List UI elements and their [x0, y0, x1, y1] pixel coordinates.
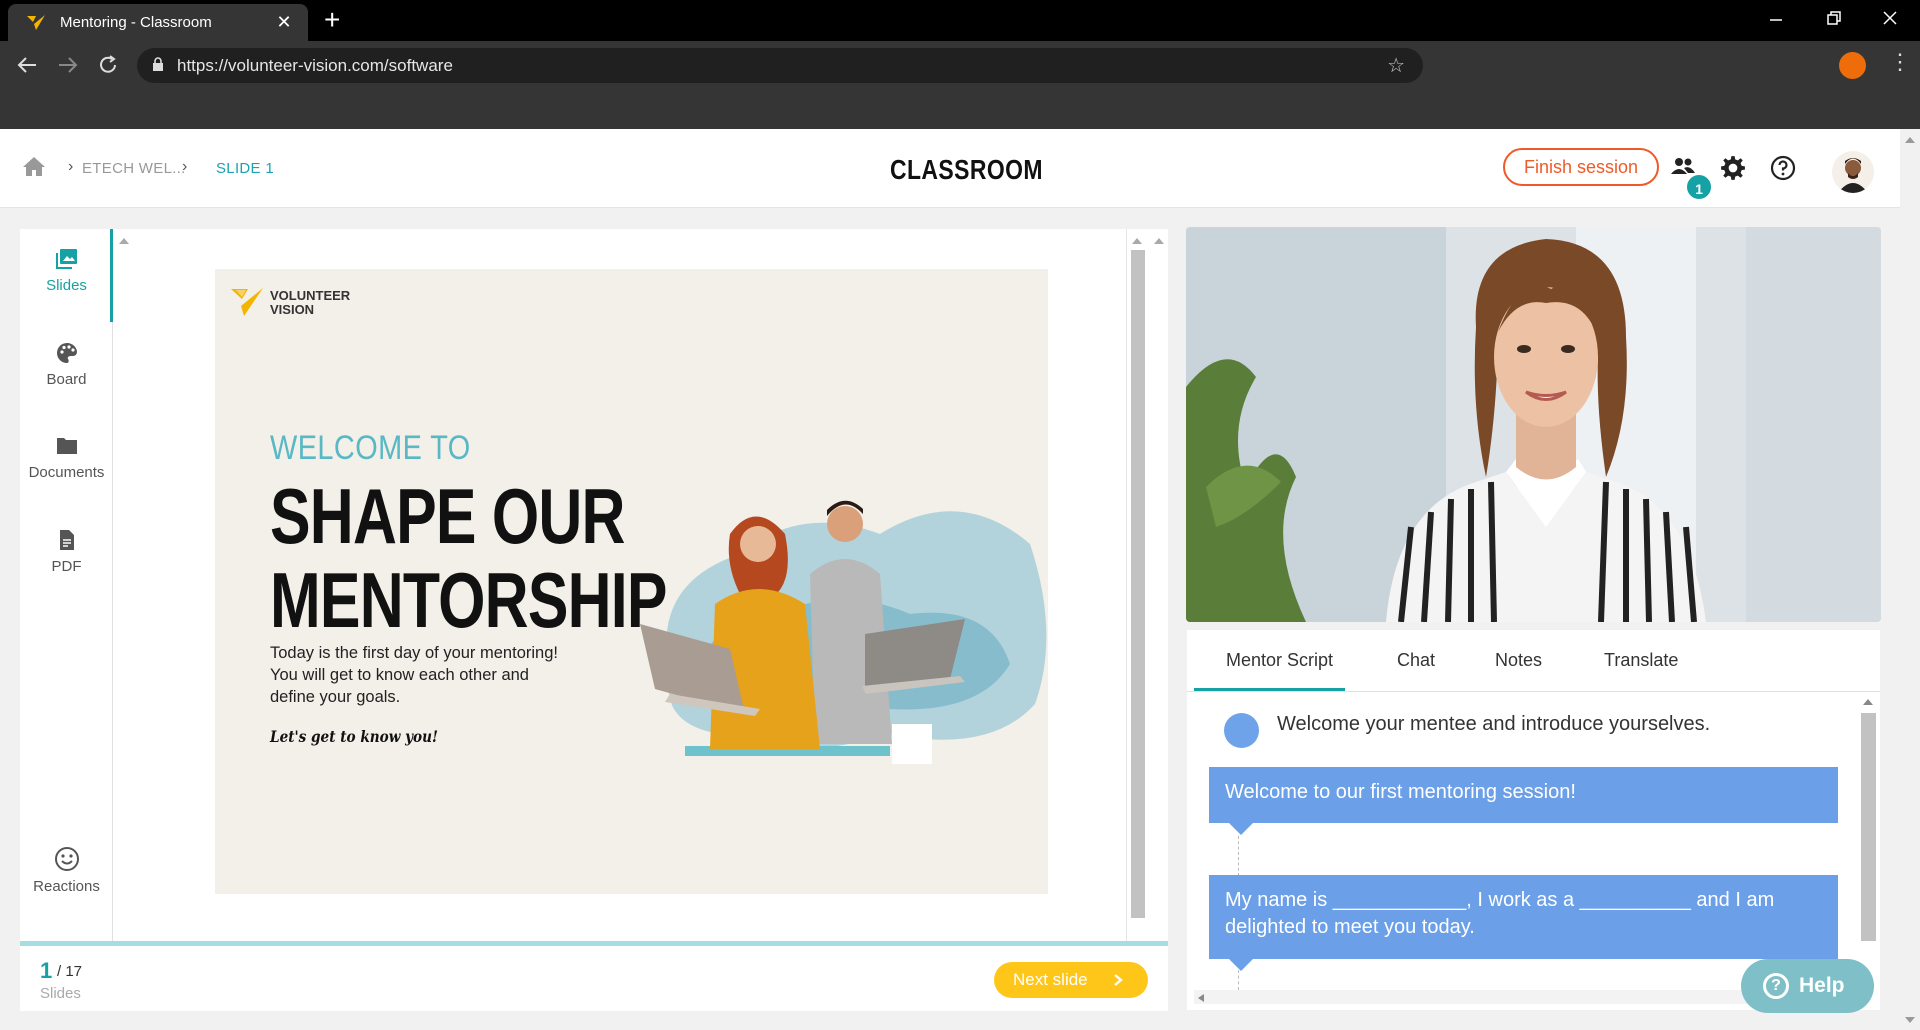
sidebar-item-slides[interactable]: Slides [20, 247, 113, 294]
sidebar-item-documents[interactable]: Documents [20, 434, 113, 481]
restore-icon[interactable] [1826, 10, 1842, 26]
chevron-right-icon [1114, 974, 1123, 986]
volunteer-vision-favicon-icon [27, 14, 45, 30]
script-instruction: Welcome your mentee and introduce yourse… [1277, 713, 1711, 735]
slide-scrollbar-thumb[interactable] [1131, 250, 1145, 918]
window-close-icon[interactable] [1882, 10, 1898, 26]
breadcrumb-course[interactable]: ETECH WEL... [82, 160, 186, 177]
breadcrumb-slide[interactable]: SLIDE 1 [216, 160, 274, 177]
bubble-tail [1229, 823, 1253, 835]
current-slide-number: 1 [40, 958, 53, 983]
minimize-icon[interactable] [1768, 12, 1784, 28]
tab-close-icon[interactable]: ✕ [272, 12, 296, 33]
active-tab-indicator [1194, 688, 1345, 691]
tab-translate[interactable]: Translate [1604, 650, 1678, 671]
slide-tagline: Let's get to know you! [270, 727, 438, 746]
tab-title: Mentoring - Classroom [60, 14, 212, 31]
volunteer-vision-logo-icon [231, 288, 263, 316]
page-title: CLASSROOM [890, 154, 1043, 185]
slide-body-text: Today is the first day of your mentoring… [270, 644, 558, 706]
scroll-up-icon[interactable] [1131, 236, 1143, 246]
image-icon [55, 249, 77, 269]
dashed-connector [1238, 836, 1239, 876]
browser-menu-icon[interactable]: ⋮ [1889, 49, 1911, 75]
smiley-icon [54, 847, 79, 871]
scroll-left-icon[interactable] [1196, 993, 1206, 1003]
lock-icon [153, 57, 163, 71]
slide-welcome: WELCOME TO [270, 429, 471, 467]
scroll-up-icon[interactable] [118, 236, 130, 246]
sidebar-item-label: Board [46, 371, 87, 388]
page-scrollbar[interactable] [1900, 129, 1920, 1030]
help-button[interactable]: ? Help [1741, 959, 1874, 1013]
browser-toolbar: https://volunteer-vision.com/software ☆ … [0, 41, 1920, 129]
script-scrollbar-thumb[interactable] [1861, 713, 1876, 941]
finish-session-button[interactable]: Finish session [1503, 148, 1659, 186]
dashed-connector [1238, 970, 1239, 990]
mentors-illustration [640, 500, 1047, 764]
help-circle-icon[interactable] [1770, 155, 1796, 181]
browser-profile-avatar[interactable] [1839, 52, 1866, 79]
tab-mentor-script[interactable]: Mentor Script [1226, 650, 1333, 671]
slides-caption: Slides [40, 985, 81, 1002]
question-icon: ? [1763, 973, 1789, 999]
back-icon[interactable] [16, 55, 38, 75]
home-icon[interactable] [22, 155, 46, 177]
step-marker [1224, 713, 1259, 748]
tab-chat[interactable]: Chat [1397, 650, 1435, 671]
reload-icon[interactable] [97, 54, 119, 76]
slide-progress-bar [20, 941, 1168, 946]
tab-notes[interactable]: Notes [1495, 650, 1542, 671]
folder-icon [56, 438, 77, 454]
scroll-down-icon[interactable] [1904, 1015, 1916, 1025]
palette-icon [56, 343, 77, 363]
gear-icon[interactable] [1720, 155, 1746, 181]
participants-count-badge: 1 [1685, 173, 1713, 201]
app-header: › ETECH WEL... › SLIDE 1 CLASSROOM Finis… [0, 129, 1900, 208]
sidebar-item-label: PDF [51, 558, 82, 575]
forward-icon[interactable] [57, 55, 79, 75]
bubble-tail [1229, 959, 1253, 971]
script-bubble: My name is ____________, I work as a ___… [1209, 875, 1838, 959]
next-slide-button[interactable]: Next slide [994, 962, 1148, 998]
sidebar-item-reactions[interactable]: Reactions [20, 846, 113, 895]
chevron-right-icon: › [68, 158, 74, 175]
slide-headline: SHAPE OUR MENTORSHIP [270, 472, 668, 644]
document-icon [59, 530, 74, 550]
total-slides: / 17 [57, 963, 83, 980]
scroll-up-icon[interactable] [1862, 697, 1874, 707]
browser-titlebar: Mentoring - Classroom ✕ + [0, 0, 1920, 41]
mentee-video-image [1186, 227, 1881, 622]
chevron-right-icon: › [182, 158, 188, 175]
url-text: https://volunteer-vision.com/software [177, 56, 453, 75]
slide-logo-text: VOLUNTEER VISION [270, 288, 351, 317]
side-navigation [20, 229, 113, 941]
address-bar[interactable]: https://volunteer-vision.com/software ☆ [137, 48, 1423, 83]
sidebar-item-label: Documents [28, 464, 105, 481]
sidebar-item-label: Reactions [33, 878, 100, 895]
browser-tab[interactable]: Mentoring - Classroom ✕ [8, 4, 308, 41]
scroll-up-icon[interactable] [1904, 135, 1916, 145]
script-bubble: Welcome to our first mentoring session! [1209, 767, 1838, 823]
mentee-video-feed [1186, 227, 1881, 622]
scroll-up-icon[interactable] [1153, 236, 1165, 246]
sidebar-item-board[interactable]: Board [20, 341, 113, 388]
new-tab-button[interactable]: + [324, 6, 340, 34]
slide-canvas: VOLUNTEER VISION WELCOME TO SHAPE OUR ME… [215, 269, 1048, 894]
bookmark-star-icon[interactable]: ☆ [1387, 53, 1405, 78]
sidebar-item-pdf[interactable]: PDF [20, 528, 113, 575]
user-avatar[interactable] [1832, 151, 1874, 193]
sidebar-item-label: Slides [46, 277, 87, 294]
